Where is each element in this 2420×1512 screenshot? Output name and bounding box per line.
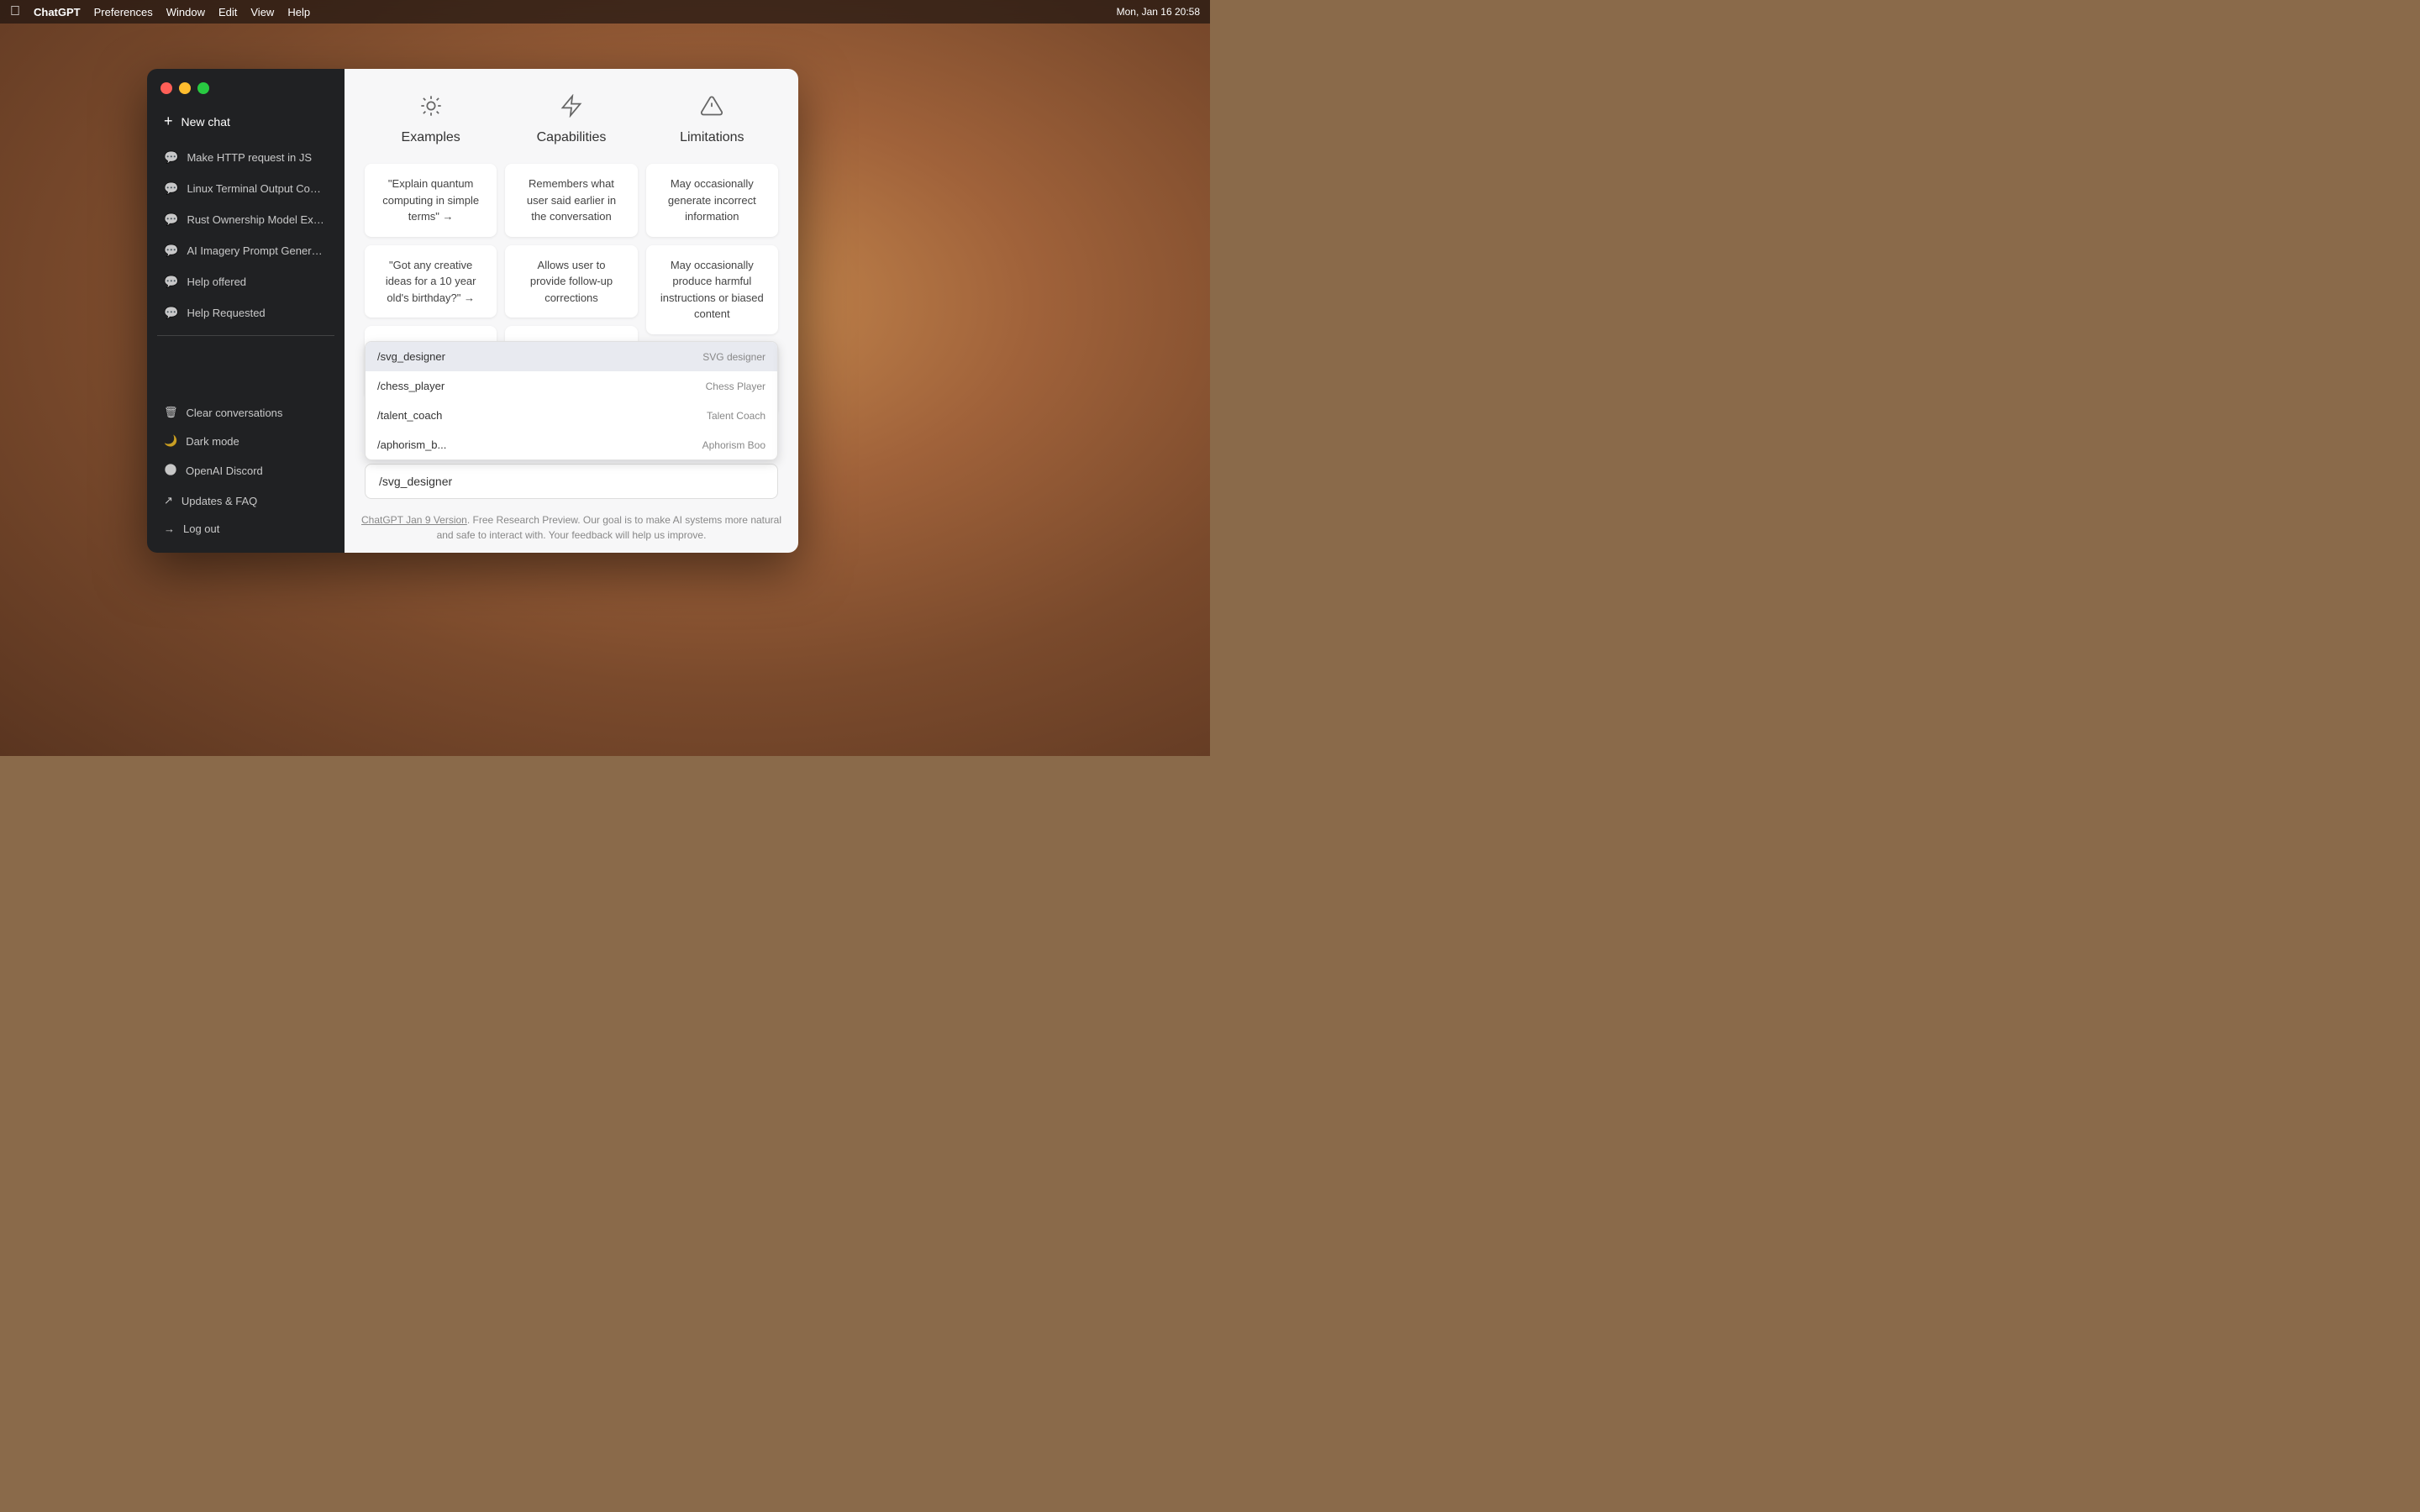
examples-title: Examples (402, 130, 460, 145)
sun-icon (419, 94, 443, 123)
sidebar-item-label-1: Linux Terminal Output Comm (187, 182, 328, 195)
traffic-lights (154, 79, 338, 104)
autocomplete-command-3: /aphorism_b... (377, 438, 446, 451)
autocomplete-desc-3: Aphorism Boo (702, 439, 765, 451)
apple-logo-icon:  (10, 4, 20, 19)
logout-label: Log out (183, 522, 219, 535)
footer-text: . Free Research Preview. Our goal is to … (437, 514, 781, 541)
chat-icon-5: 💬 (164, 306, 178, 320)
autocomplete-command-1: /chess_player (377, 380, 445, 392)
discord-button[interactable]: OpenAI Discord (154, 455, 338, 486)
minimize-button[interactable] (179, 82, 191, 94)
capabilities-column-header: Capabilities (505, 94, 637, 145)
limitation-card-1: May occasionally produce harmful instruc… (646, 245, 778, 334)
sidebar-divider (157, 335, 334, 336)
capability-card-0: Remembers what user said earlier in the … (505, 164, 637, 237)
sidebar-item-label-4: Help offered (187, 276, 246, 288)
autocomplete-desc-1: Chess Player (706, 381, 765, 392)
updates-label: Updates & FAQ (182, 495, 257, 507)
footer-link[interactable]: ChatGPT Jan 9 Version (361, 514, 467, 526)
new-chat-button[interactable]: + New chat (154, 104, 338, 139)
autocomplete-item-0[interactable]: /svg_designer SVG designer (366, 342, 777, 371)
menubar-edit[interactable]: Edit (218, 6, 237, 18)
input-area: /svg_designer SVG designer /chess_player… (345, 454, 798, 512)
sidebar-item-linux[interactable]: 💬 Linux Terminal Output Comm (154, 173, 338, 204)
clear-conversations-label: Clear conversations (187, 407, 283, 419)
menubar-preferences[interactable]: Preferences (94, 6, 153, 18)
warning-icon (700, 94, 723, 123)
close-button[interactable] (160, 82, 172, 94)
sidebar-item-label-3: AI Imagery Prompt Generator (187, 244, 328, 257)
logout-icon: → (164, 522, 175, 535)
dark-mode-button[interactable]: 🌙 Dark mode (154, 427, 338, 455)
updates-button[interactable]: ↗ Updates & FAQ (154, 486, 338, 515)
new-chat-label: New chat (182, 115, 230, 129)
sidebar-item-help-requested[interactable]: 💬 Help Requested (154, 297, 338, 328)
trash-icon: 🗑 (164, 406, 178, 419)
example-card-1[interactable]: "Got any creative ideas for a 10 year ol… (365, 245, 497, 318)
lightning-icon (560, 94, 583, 123)
input-wrapper: /svg_designer SVG designer /chess_player… (365, 464, 778, 499)
menubar:  ChatGPT Preferences Window Edit View H… (0, 0, 1210, 24)
autocomplete-item-2[interactable]: /talent_coach Talent Coach (366, 401, 777, 430)
autocomplete-dropdown: /svg_designer SVG designer /chess_player… (365, 341, 778, 460)
autocomplete-desc-0: SVG designer (702, 351, 765, 363)
sidebar-item-label-2: Rust Ownership Model Exam (187, 213, 328, 226)
sidebar-item-rust[interactable]: 💬 Rust Ownership Model Exam (154, 204, 338, 235)
sidebar: + New chat 💬 Make HTTP request in JS 💬 L… (147, 69, 345, 553)
logout-button[interactable]: → Log out (154, 515, 338, 543)
autocomplete-command-2: /talent_coach (377, 409, 442, 422)
menubar-time: Mon, Jan 16 20:58 (1117, 6, 1200, 18)
footer: ChatGPT Jan 9 Version. Free Research Pre… (345, 512, 798, 553)
chat-icon-2: 💬 (164, 213, 178, 227)
sidebar-item-help-offered[interactable]: 💬 Help offered (154, 266, 338, 297)
menubar-help[interactable]: Help (287, 6, 310, 18)
menubar-app-name[interactable]: ChatGPT (34, 6, 81, 18)
columns-headers: Examples Capabilities (345, 69, 798, 164)
clear-conversations-button[interactable]: 🗑 Clear conversations (154, 398, 338, 427)
limitations-column-header: Limitations (646, 94, 778, 145)
capabilities-title: Capabilities (537, 130, 607, 145)
maximize-button[interactable] (197, 82, 209, 94)
capability-card-1: Allows user to provide follow-up correct… (505, 245, 637, 318)
limitations-title: Limitations (680, 130, 744, 145)
discord-label: OpenAI Discord (186, 465, 263, 477)
example-card-0[interactable]: "Explain quantum computing in simple ter… (365, 164, 497, 237)
examples-column-header: Examples (365, 94, 497, 145)
moon-icon: 🌙 (164, 434, 177, 448)
chat-input[interactable] (365, 464, 778, 499)
chat-icon-0: 💬 (164, 150, 178, 165)
menubar-view[interactable]: View (250, 6, 274, 18)
chat-icon-3: 💬 (164, 244, 178, 258)
autocomplete-item-3[interactable]: /aphorism_b... Aphorism Boo (366, 430, 777, 459)
plus-icon: + (164, 113, 173, 130)
app-window: + New chat 💬 Make HTTP request in JS 💬 L… (147, 69, 798, 553)
chat-icon-4: 💬 (164, 275, 178, 289)
sidebar-item-http[interactable]: 💬 Make HTTP request in JS (154, 142, 338, 173)
dark-mode-label: Dark mode (186, 435, 239, 448)
chat-icon-1: 💬 (164, 181, 178, 196)
autocomplete-command-0: /svg_designer (377, 350, 445, 363)
menubar-window[interactable]: Window (166, 6, 205, 18)
menubar-left:  ChatGPT Preferences Window Edit View H… (10, 4, 310, 19)
autocomplete-desc-2: Talent Coach (707, 410, 765, 422)
limitation-card-0: May occasionally generate incorrect info… (646, 164, 778, 237)
autocomplete-item-1[interactable]: /chess_player Chess Player (366, 371, 777, 401)
sidebar-bottom: 🗑 Clear conversations 🌙 Dark mode OpenAI… (154, 398, 338, 543)
sidebar-item-ai-imagery[interactable]: 💬 AI Imagery Prompt Generator (154, 235, 338, 266)
discord-icon (164, 463, 177, 479)
sidebar-item-label-5: Help Requested (187, 307, 265, 319)
sidebar-item-label-0: Make HTTP request in JS (187, 151, 312, 164)
main-content: Examples Capabilities (345, 69, 798, 553)
external-link-icon: ↗ (164, 494, 173, 507)
menubar-right: Mon, Jan 16 20:58 (1117, 6, 1200, 18)
